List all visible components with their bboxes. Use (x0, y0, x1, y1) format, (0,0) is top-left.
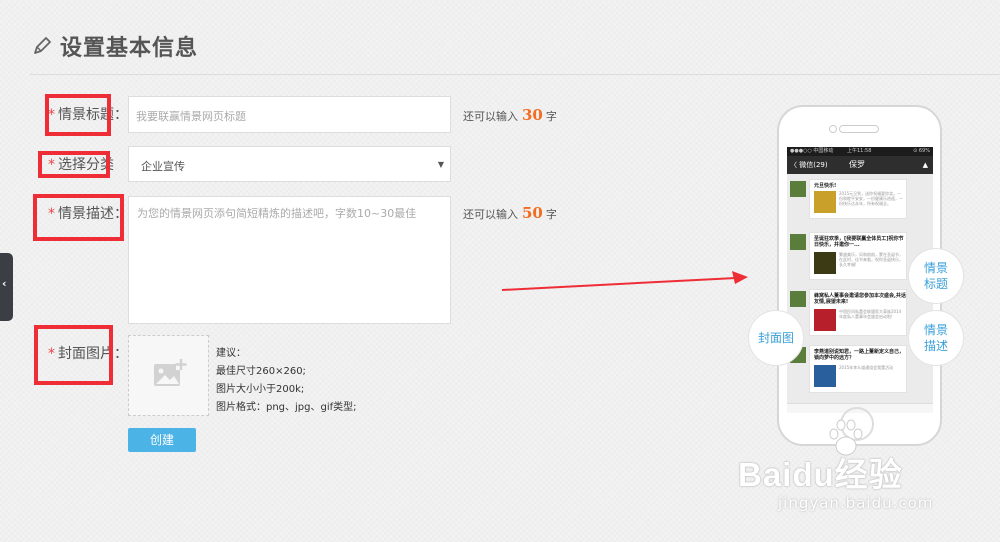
chat-title: 保罗 (849, 160, 865, 169)
avatar (790, 181, 806, 197)
message-thumbnail (814, 191, 836, 213)
pointer-arrow (501, 271, 748, 291)
title-counter: 还可以输入 30 字 (463, 106, 557, 124)
create-button[interactable]: 创建 (128, 428, 196, 452)
avatar (790, 234, 806, 250)
watermark-brand: Baidu经验 (738, 456, 903, 493)
annotation-box-description (33, 194, 124, 241)
status-bar: ●●●○○ 中国移动 上午11:58 ⊙ 69% (787, 147, 933, 156)
chevron-left-icon: ‹ (2, 277, 7, 290)
cover-hint-line: 图片大小小于200k; (216, 384, 305, 395)
chat-navbar: 〈 微信(29) 保罗 ▲ (787, 156, 933, 174)
list-item: 蜂窝私人董事会邀请您参加本次盛会,共话友情,展望未来! 中国民间私董会联盟家大革… (809, 289, 907, 336)
header-divider (30, 74, 1000, 75)
caret-down-icon: ▼ (437, 160, 444, 169)
callout-description: 情景 描述 (908, 310, 964, 366)
annotation-box-category (38, 151, 110, 178)
cover-hint-line: 建议： (216, 348, 246, 359)
phone-camera (829, 125, 837, 133)
message-title: 元旦快乐! (814, 183, 837, 189)
status-carrier: ●●●○○ 中国移动 (790, 148, 834, 154)
message-body: 中国民间私董会联盟家大革族2014年度私人董事年会盛会启动啦! (839, 309, 902, 319)
message-title: 圣诞狂欢季，[我要联赢全体员工]祝你节日快乐，并邀你一... (814, 236, 904, 248)
description-counter: 还可以输入 50 字 (463, 204, 557, 222)
message-body: 2015年李众道通组会我董活动 (839, 365, 894, 370)
message-title: 蜂窝私人董事会邀请您参加本次盛会,共话友情,展望未来! (814, 293, 906, 305)
cover-upload-area[interactable] (128, 335, 209, 416)
callout-cover: 封面图 (748, 310, 804, 366)
category-select[interactable]: 企业宣传 ▼ (128, 146, 451, 182)
message-body: 2015元旦到，送你祝福要你笑，一份和睦平安安，一份健康乐逍遥，一份快乐达永年，… (839, 191, 903, 206)
title-input[interactable]: 我要联赢情景网页标题 (128, 96, 451, 133)
annotation-box-title (45, 94, 111, 136)
phone-speaker (839, 125, 879, 133)
message-title: 李燕道别说知君，一路上董新定义自己，锁向梦中的远方？ (814, 349, 905, 361)
status-battery: ⊙ 69% (913, 148, 930, 154)
list-item: 圣诞狂欢季，[我要联赢全体员工]祝你节日快乐，并邀你一... 繁盛美乐，风和韵韵… (809, 232, 907, 280)
list-item: 李燕道别说知君，一路上董新定义自己，锁向梦中的远方？ 2015年李众道通组会我董… (809, 345, 907, 393)
pencil-icon (34, 37, 51, 54)
message-thumbnail (814, 365, 836, 387)
callout-title: 情景 标题 (908, 248, 964, 304)
status-time: 上午11:58 (847, 148, 872, 154)
watermark-url: jingyan.baidu.com (778, 494, 934, 512)
back-button[interactable]: 〈 微信(29) (790, 156, 828, 174)
cover-hint-line: 最佳尺寸260×260; (216, 366, 306, 377)
avatar (790, 291, 806, 307)
list-item: 元旦快乐! 2015元旦到，送你祝福要你笑，一份和睦平安安，一份健康乐逍遥，一份… (809, 179, 907, 219)
message-thumbnail (814, 252, 836, 274)
annotation-box-cover (34, 325, 113, 385)
message-body: 繁盛美乐，风和韵韵，蒙在圣诞节，在此时，佳节来临，祝你圣诞快乐，长久幸福! (839, 252, 903, 267)
cover-hint-line: 图片格式：png、jpg、gif类型; (216, 402, 357, 413)
add-image-icon (154, 359, 187, 386)
message-thumbnail (814, 309, 836, 331)
category-value: 企业宣传 (141, 160, 185, 173)
page-title: 设置基本信息 (60, 36, 199, 61)
user-icon[interactable]: ▲ (923, 156, 928, 174)
sidebar-toggle[interactable]: ‹ (0, 253, 13, 321)
description-textarea[interactable]: 为您的情景网页添句简短精炼的描述吧，字数10~30最佳 (128, 196, 451, 324)
